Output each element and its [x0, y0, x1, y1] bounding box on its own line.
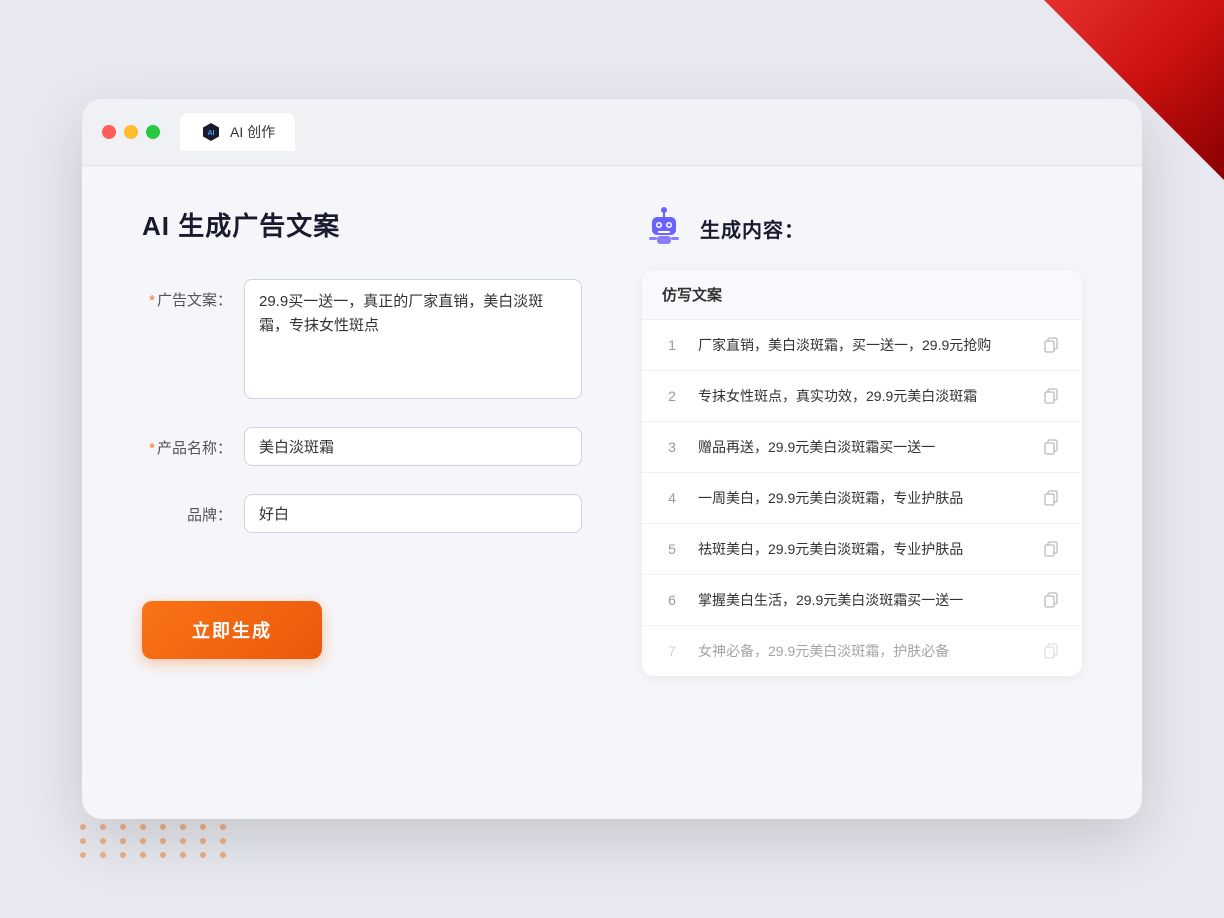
- minimize-button[interactable]: [124, 125, 138, 139]
- maximize-button[interactable]: [146, 125, 160, 139]
- copy-icon[interactable]: [1040, 589, 1062, 611]
- generate-button[interactable]: 立即生成: [142, 601, 322, 659]
- form-group-product-name: *产品名称：: [142, 427, 582, 466]
- result-row: 7 女神必备，29.9元美白淡斑霜，护肤必备: [642, 626, 1082, 676]
- ai-tab-icon: AI: [200, 121, 222, 143]
- copy-icon[interactable]: [1040, 487, 1062, 509]
- svg-text:AI: AI: [208, 130, 215, 137]
- row-text: 一周美白，29.9元美白淡斑霜，专业护肤品: [698, 488, 1024, 509]
- row-text: 厂家直销，美白淡斑霜，买一送一，29.9元抢购: [698, 335, 1024, 356]
- form-group-brand: 品牌：: [142, 494, 582, 533]
- row-number: 6: [662, 592, 682, 608]
- left-panel: AI 生成广告文案 *广告文案： 29.9买一送一，真正的厂家直销，美白淡斑霜，…: [142, 206, 582, 676]
- row-text: 女神必备，29.9元美白淡斑霜，护肤必备: [698, 641, 1024, 662]
- ad-copy-label: *广告文案：: [142, 279, 232, 310]
- result-row: 5 祛斑美白，29.9元美白淡斑霜，专业护肤品: [642, 524, 1082, 575]
- window-controls: [102, 125, 160, 139]
- product-name-field[interactable]: [244, 427, 582, 466]
- page-title: AI 生成广告文案: [142, 206, 582, 243]
- result-header: 生成内容：: [642, 206, 1082, 250]
- row-number: 2: [662, 388, 682, 404]
- row-text: 掌握美白生活，29.9元美白淡斑霜买一送一: [698, 590, 1024, 611]
- close-button[interactable]: [102, 125, 116, 139]
- result-row: 3 赠品再送，29.9元美白淡斑霜买一送一: [642, 422, 1082, 473]
- copy-icon[interactable]: [1040, 640, 1062, 662]
- result-title: 生成内容：: [700, 214, 805, 243]
- form-group-ad-copy: *广告文案： 29.9买一送一，真正的厂家直销，美白淡斑霜，专抹女性斑点: [142, 279, 582, 399]
- result-row: 2 专抹女性斑点，真实功效，29.9元美白淡斑霜: [642, 371, 1082, 422]
- row-text: 祛斑美白，29.9元美白淡斑霜，专业护肤品: [698, 539, 1024, 560]
- row-number: 7: [662, 643, 682, 659]
- row-text: 赠品再送，29.9元美白淡斑霜买一送一: [698, 437, 1024, 458]
- required-star: *: [149, 292, 155, 309]
- title-bar: AI AI 创作: [82, 99, 1142, 166]
- required-star-2: *: [149, 440, 155, 457]
- copy-icon[interactable]: [1040, 334, 1062, 356]
- bg-decoration-dots: [80, 824, 232, 858]
- ad-copy-field[interactable]: 29.9买一送一，真正的厂家直销，美白淡斑霜，专抹女性斑点: [244, 279, 582, 399]
- row-number: 3: [662, 439, 682, 455]
- tab-label: AI 创作: [230, 122, 275, 142]
- product-name-label: *产品名称：: [142, 427, 232, 458]
- copy-icon[interactable]: [1040, 385, 1062, 407]
- brand-field[interactable]: [244, 494, 582, 533]
- brand-label: 品牌：: [142, 494, 232, 525]
- result-table: 仿写文案 1 厂家直销，美白淡斑霜，买一送一，29.9元抢购 2 专抹女性斑点，真实…: [642, 270, 1082, 676]
- main-content: AI 生成广告文案 *广告文案： 29.9买一送一，真正的厂家直销，美白淡斑霜，…: [82, 166, 1142, 716]
- result-row: 1 厂家直销，美白淡斑霜，买一送一，29.9元抢购: [642, 320, 1082, 371]
- robot-icon: [642, 206, 686, 250]
- right-panel: 生成内容： 仿写文案 1 厂家直销，美白淡斑霜，买一送一，29.9元抢购 2 专抹女…: [642, 206, 1082, 676]
- row-text: 专抹女性斑点，真实功效，29.9元美白淡斑霜: [698, 386, 1024, 407]
- result-table-header: 仿写文案: [642, 270, 1082, 320]
- result-row: 6 掌握美白生活，29.9元美白淡斑霜买一送一: [642, 575, 1082, 626]
- ai-creation-tab[interactable]: AI AI 创作: [180, 113, 295, 151]
- copy-icon[interactable]: [1040, 436, 1062, 458]
- row-number: 1: [662, 337, 682, 353]
- copy-icon[interactable]: [1040, 538, 1062, 560]
- browser-window: AI AI 创作 AI 生成广告文案 *广告文案： 29.9买一送一，真正的厂家…: [82, 99, 1142, 819]
- results-container: 1 厂家直销，美白淡斑霜，买一送一，29.9元抢购 2 专抹女性斑点，真实功效，29…: [642, 320, 1082, 676]
- result-row: 4 一周美白，29.9元美白淡斑霜，专业护肤品: [642, 473, 1082, 524]
- row-number: 5: [662, 541, 682, 557]
- row-number: 4: [662, 490, 682, 506]
